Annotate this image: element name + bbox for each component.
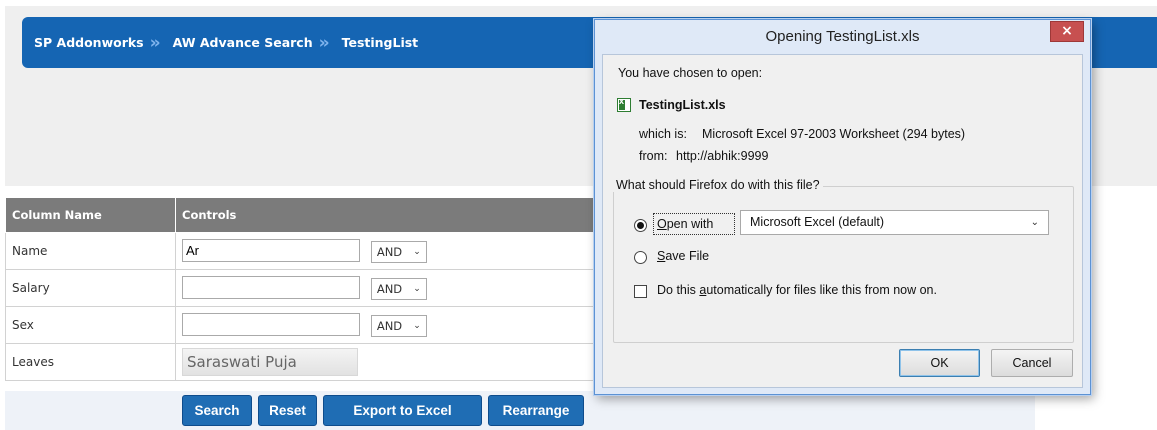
close-icon[interactable]: × — [1050, 21, 1084, 42]
breadcrumb-item-sp-addonworks[interactable]: SP Addonworks — [34, 35, 144, 50]
grid-header-row: Column Name Controls — [5, 197, 601, 233]
file-type-label: which is: — [639, 127, 687, 141]
name-operator-select[interactable]: AND ⌄ — [370, 240, 427, 263]
table-row: Sex AND ⌄ — [5, 306, 601, 344]
file-type-value: Microsoft Excel 97-2003 Worksheet (294 b… — [702, 127, 966, 141]
chevron-down-icon: ⌄ — [413, 246, 421, 257]
salary-operator-select[interactable]: AND ⌄ — [370, 277, 427, 300]
breadcrumb-item-testinglist[interactable]: TestingList — [342, 35, 419, 50]
save-file-label-text: ave File — [665, 249, 710, 263]
row-controls: AND ⌄ — [175, 232, 601, 270]
download-dialog: Opening TestingList.xls × You have chose… — [594, 19, 1091, 395]
file-source-value: http://abhik:9999 — [676, 149, 769, 163]
operator-value: AND — [376, 318, 403, 333]
row-label-name: Name — [5, 232, 176, 270]
name-filter-input[interactable] — [182, 239, 360, 263]
double-chevron-right-icon: » — [318, 32, 330, 53]
save-file-radio[interactable] — [634, 251, 647, 264]
operator-value: AND — [376, 281, 403, 296]
table-row: Leaves Saraswati Puja — [5, 343, 601, 381]
sex-operator-select[interactable]: AND ⌄ — [370, 314, 427, 337]
column-header-column-name: Column Name — [5, 197, 176, 233]
dialog-title: Opening TestingList.xls — [765, 28, 920, 45]
auto-action-text-pre: Do this — [657, 283, 700, 297]
row-controls: AND ⌄ — [175, 269, 601, 307]
double-chevron-right-icon: » — [149, 32, 161, 53]
row-controls: Saraswati Puja — [175, 343, 601, 381]
action-question: What should Firefox do with this file? — [613, 178, 823, 192]
operator-value: AND — [376, 244, 403, 259]
open-with-label-text: pen with — [666, 217, 714, 231]
search-button[interactable]: Search — [182, 395, 252, 426]
table-row: Salary AND ⌄ — [5, 269, 601, 307]
ok-button[interactable]: OK — [899, 349, 980, 377]
selected-app: Microsoft Excel (default) — [750, 215, 885, 229]
search-grid: Column Name Controls Name AND ⌄ Salary AN… — [5, 197, 601, 381]
rearrange-button[interactable]: Rearrange — [488, 395, 584, 426]
chevron-down-icon: ⌄ — [413, 283, 421, 294]
column-header-controls: Controls — [175, 197, 601, 233]
reset-button[interactable]: Reset — [258, 395, 317, 426]
row-label-sex: Sex — [5, 306, 176, 344]
chevron-down-icon: ⌄ — [1030, 217, 1039, 228]
auto-action-text-rest: utomatically for files like this from no… — [706, 283, 937, 297]
open-with-label[interactable]: Open with — [657, 217, 713, 231]
save-file-label[interactable]: Save File — [657, 249, 709, 263]
auto-action-label[interactable]: Do this automatically for files like thi… — [657, 283, 937, 297]
salary-filter-input[interactable] — [182, 276, 360, 300]
file-source-label: from: — [639, 149, 668, 163]
breadcrumb-item-aw-advance-search[interactable]: AW Advance Search — [173, 35, 313, 50]
excel-file-icon — [617, 96, 631, 112]
auto-action-checkbox[interactable] — [634, 285, 647, 298]
file-name: TestingList.xls — [639, 98, 726, 112]
open-with-accel-key: O — [657, 217, 667, 231]
export-to-excel-button[interactable]: Export to Excel — [323, 395, 482, 426]
dialog-body: You have chosen to open: TestingList.xls… — [602, 54, 1083, 388]
row-controls: AND ⌄ — [175, 306, 601, 344]
open-with-radio[interactable] — [634, 219, 647, 232]
intro-text: You have chosen to open: — [618, 66, 763, 80]
table-row: Name AND ⌄ — [5, 232, 601, 270]
row-label-leaves: Leaves — [5, 343, 176, 381]
cancel-button[interactable]: Cancel — [991, 349, 1073, 377]
row-label-salary: Salary — [5, 269, 176, 307]
chevron-down-icon: ⌄ — [413, 320, 421, 331]
leaves-filter-field[interactable]: Saraswati Puja — [182, 348, 358, 376]
sex-filter-input[interactable] — [182, 313, 360, 337]
open-with-app-select[interactable]: Microsoft Excel (default) ⌄ — [740, 210, 1049, 235]
